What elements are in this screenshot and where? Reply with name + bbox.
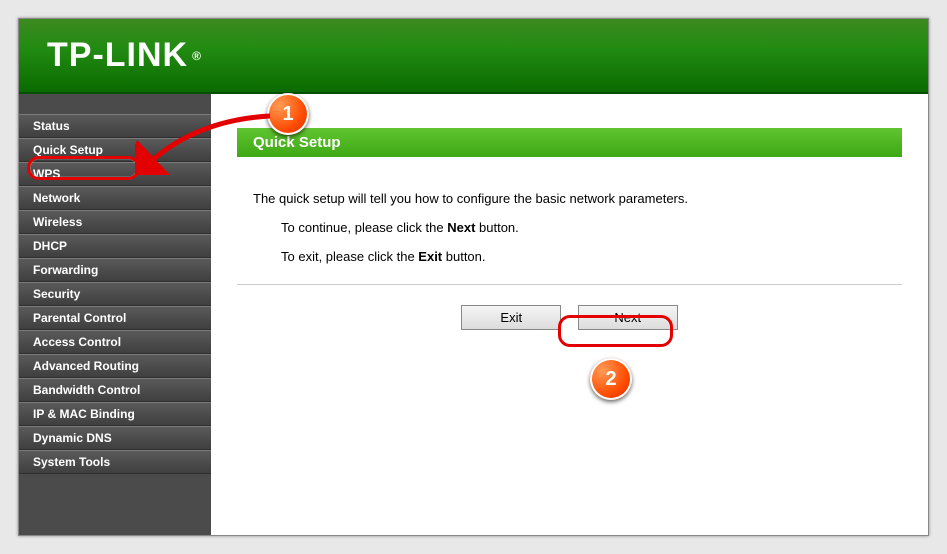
- nav-item-quick-setup[interactable]: Quick Setup: [19, 138, 211, 162]
- text-fragment: To continue, please click the: [281, 220, 447, 235]
- nav-label: IP & MAC Binding: [33, 407, 135, 421]
- nav-label: Dynamic DNS: [33, 431, 112, 445]
- nav-item-parental-control[interactable]: Parental Control: [19, 306, 211, 330]
- registered-icon: ®: [192, 49, 202, 63]
- nav-item-system-tools[interactable]: System Tools: [19, 450, 211, 474]
- nav-item-dhcp[interactable]: DHCP: [19, 234, 211, 258]
- brand-text: TP-LINK: [47, 36, 188, 75]
- nav-label: Network: [33, 191, 80, 205]
- text-fragment: button.: [442, 249, 485, 264]
- instruction-exit: To exit, please click the Exit button.: [281, 249, 902, 264]
- nav-label: System Tools: [33, 455, 110, 469]
- nav-item-security[interactable]: Security: [19, 282, 211, 306]
- nav-label: DHCP: [33, 239, 67, 253]
- nav-label: Quick Setup: [33, 143, 103, 157]
- nav-item-status[interactable]: Status: [19, 114, 211, 138]
- header-bar: TP-LINK ®: [19, 19, 928, 94]
- text-bold: Exit: [418, 249, 442, 264]
- next-button[interactable]: Next: [578, 305, 678, 330]
- nav-item-wps[interactable]: WPS: [19, 162, 211, 186]
- body-layout: Status Quick Setup WPS Network Wireless …: [19, 94, 928, 535]
- nav-item-ip-mac-binding[interactable]: IP & MAC Binding: [19, 402, 211, 426]
- brand-logo: TP-LINK ®: [47, 36, 202, 75]
- exit-button[interactable]: Exit: [461, 305, 561, 330]
- nav-item-bandwidth-control[interactable]: Bandwidth Control: [19, 378, 211, 402]
- nav-item-forwarding[interactable]: Forwarding: [19, 258, 211, 282]
- nav-label: Forwarding: [33, 263, 98, 277]
- nav-label: WPS: [33, 167, 60, 181]
- nav-label: Security: [33, 287, 80, 301]
- nav-label: Access Control: [33, 335, 121, 349]
- nav-item-network[interactable]: Network: [19, 186, 211, 210]
- nav-label: Status: [33, 119, 70, 133]
- button-row: Exit Next: [237, 305, 902, 330]
- nav-label: Bandwidth Control: [33, 383, 140, 397]
- content-pane: Quick Setup The quick setup will tell yo…: [211, 94, 928, 535]
- page-title: Quick Setup: [237, 128, 902, 157]
- nav-label: Parental Control: [33, 311, 126, 325]
- app-window: TP-LINK ® Status Quick Setup WPS Network …: [18, 18, 929, 536]
- nav-item-advanced-routing[interactable]: Advanced Routing: [19, 354, 211, 378]
- nav-item-wireless[interactable]: Wireless: [19, 210, 211, 234]
- nav-item-access-control[interactable]: Access Control: [19, 330, 211, 354]
- separator-line: [237, 284, 902, 285]
- instruction-continue: To continue, please click the Next butto…: [281, 220, 902, 235]
- nav-item-dynamic-dns[interactable]: Dynamic DNS: [19, 426, 211, 450]
- sidebar-nav: Status Quick Setup WPS Network Wireless …: [19, 94, 211, 535]
- text-fragment: button.: [475, 220, 518, 235]
- text-fragment: To exit, please click the: [281, 249, 418, 264]
- nav-label: Wireless: [33, 215, 82, 229]
- nav-label: Advanced Routing: [33, 359, 139, 373]
- text-bold: Next: [447, 220, 475, 235]
- intro-text: The quick setup will tell you how to con…: [253, 191, 902, 206]
